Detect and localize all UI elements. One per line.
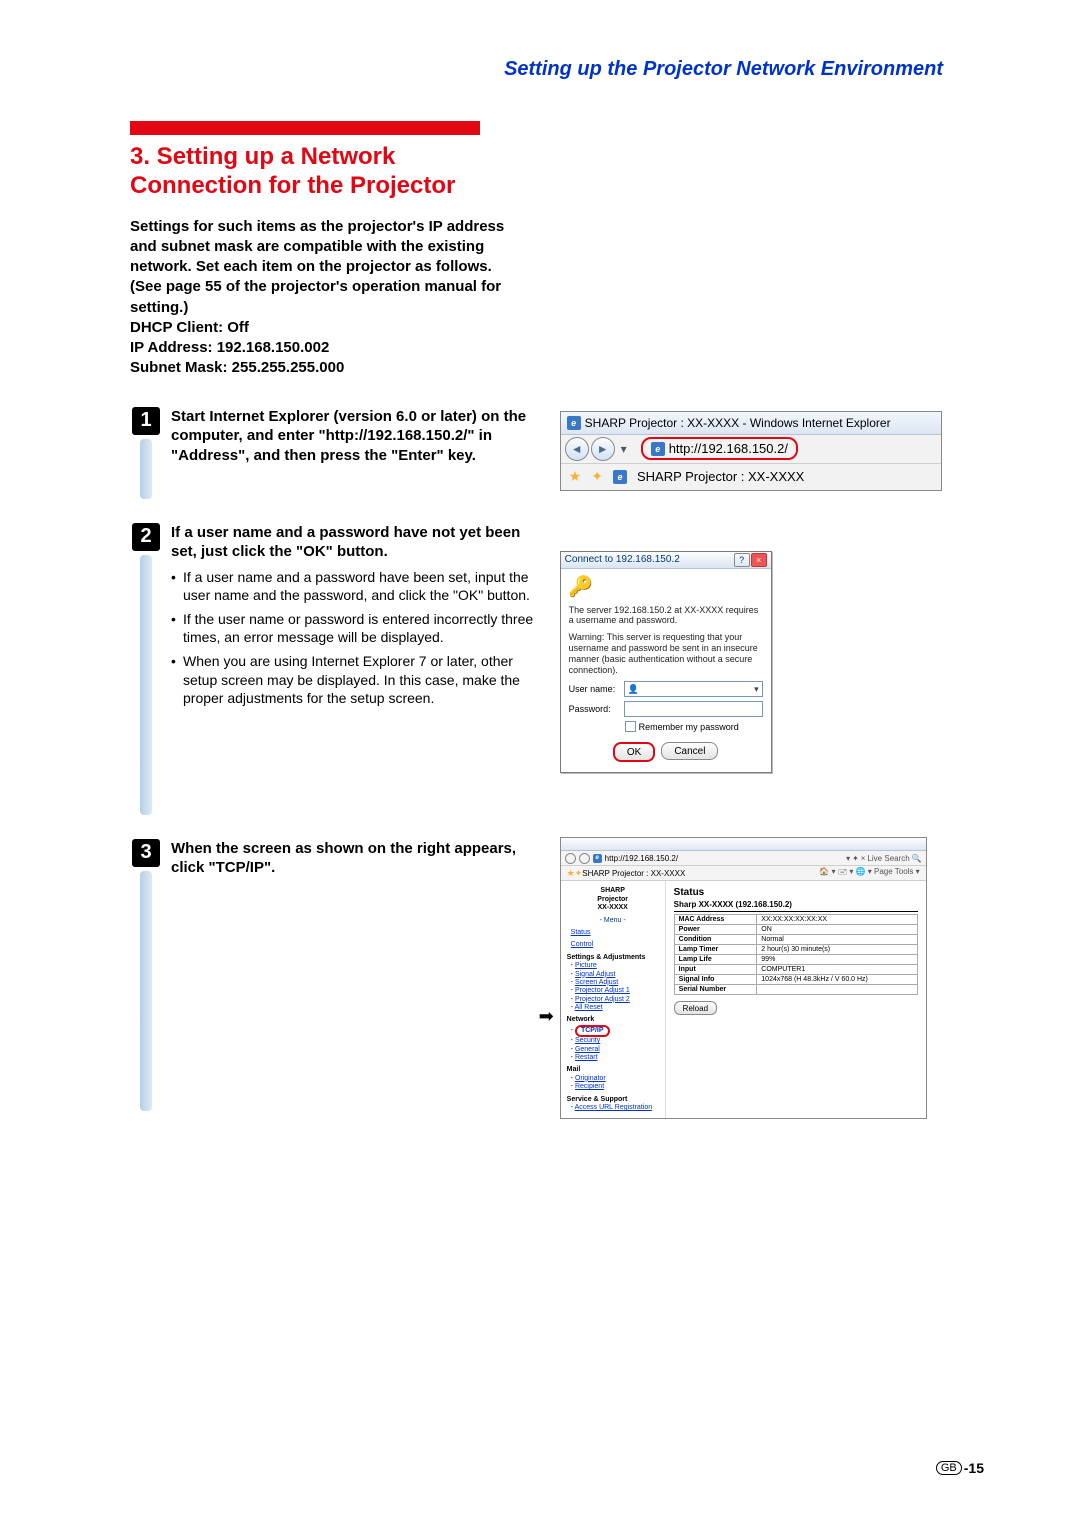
- sidebar-control[interactable]: Control: [571, 941, 594, 948]
- back-button[interactable]: ◄: [565, 437, 589, 461]
- ie-icon: e: [593, 854, 602, 863]
- ie-window: e SHARP Projector : XX-XXXX - Windows In…: [560, 411, 942, 491]
- keys-icon: 🔑: [569, 575, 593, 599]
- password-label: Password:: [569, 704, 624, 714]
- sidebar-recipient[interactable]: Recipient: [575, 1083, 604, 1090]
- address-bar[interactable]: e http://192.168.150.2/: [641, 437, 798, 460]
- login-dialog: Connect to 192.168.150.2 ? × 🔑 The serve…: [560, 551, 772, 774]
- username-label: User name:: [569, 684, 624, 694]
- status-tab[interactable]: SHARP Projector : XX-XXXX: [582, 869, 685, 878]
- login-message-1: The server 192.168.150.2 at XX-XXXX requ…: [569, 605, 763, 627]
- section-title: 3. Setting up a Network Connection for t…: [130, 143, 510, 201]
- status-subtitle: Sharp XX-XXXX (192.168.150.2): [674, 900, 918, 912]
- ie-icon: e: [567, 416, 581, 430]
- ie-title-bar: e SHARP Projector : XX-XXXX - Windows In…: [561, 412, 941, 435]
- table-row: InputCOMPUTER1: [674, 965, 917, 975]
- cancel-button[interactable]: Cancel: [661, 742, 718, 760]
- intro-text: Settings for such items as the projector…: [130, 217, 510, 379]
- password-input[interactable]: [624, 701, 763, 717]
- sidebar-allreset[interactable]: All Reset: [575, 1004, 603, 1011]
- search-box[interactable]: Live Search: [867, 854, 909, 863]
- sidebar-screen[interactable]: Screen Adjust: [575, 979, 618, 986]
- ie-icon: e: [613, 470, 627, 484]
- toolbar-buttons[interactable]: 🏠 ▾ 🖃 ▾ 🌐 ▾ Page Tools ▾: [819, 866, 919, 880]
- login-message-2: Warning: This server is requesting that …: [569, 632, 763, 675]
- table-row: Lamp Life99%: [674, 955, 917, 965]
- ie-icon: e: [651, 442, 665, 456]
- step-number-1: 1: [132, 407, 160, 435]
- sidebar-pa1[interactable]: Projector Adjust 1: [575, 987, 630, 994]
- sidebar-tcpip[interactable]: TCP/IP: [575, 1025, 610, 1037]
- table-row: Serial Number: [674, 985, 917, 995]
- table-row: PowerON: [674, 925, 917, 935]
- sidebar-originator[interactable]: Originator: [575, 1075, 606, 1082]
- bullet: • When you are using Internet Explorer 7…: [171, 652, 550, 707]
- sidebar-signal[interactable]: Signal Adjust: [575, 971, 615, 978]
- step-2: 2 If a user name and a password have not…: [127, 523, 560, 815]
- table-row: Signal Info1024x768 (H 48.3kHz / V 60.0 …: [674, 975, 917, 985]
- login-dialog-title: Connect to 192.168.150.2: [565, 554, 680, 565]
- close-button[interactable]: ×: [751, 553, 767, 567]
- remember-checkbox[interactable]: Remember my password: [625, 721, 763, 732]
- sidebar-picture[interactable]: Picture: [575, 962, 597, 969]
- add-favorite-icon[interactable]: ✦: [591, 468, 603, 485]
- table-row: ConditionNormal: [674, 935, 917, 945]
- sidebar-pa2[interactable]: Projector Adjust 2: [575, 996, 630, 1003]
- step-number-2: 2: [132, 523, 160, 551]
- forward-button[interactable]: ►: [591, 437, 615, 461]
- step-1: 1 Start Internet Explorer (version 6.0 o…: [127, 407, 560, 499]
- sidebar-general[interactable]: General: [575, 1046, 600, 1053]
- sidebar-status[interactable]: Status: [571, 929, 591, 936]
- step-3: 3 When the screen as shown on the right …: [127, 839, 560, 1111]
- reload-button[interactable]: Reload: [674, 1001, 717, 1015]
- table-row: Lamp Timer2 hour(s) 30 minute(s): [674, 945, 917, 955]
- step-1-heading: Start Internet Explorer (version 6.0 or …: [171, 407, 550, 466]
- sidebar-accessurl[interactable]: Access URL Registration: [575, 1104, 653, 1111]
- sidebar-restart[interactable]: Restart: [575, 1054, 598, 1061]
- ok-button[interactable]: OK: [613, 742, 655, 762]
- pointer-arrow: ➡: [539, 1006, 554, 1027]
- bullet: • If the user name or password is entere…: [171, 610, 550, 646]
- status-heading: Status: [674, 887, 918, 898]
- step-3-heading: When the screen as shown on the right ap…: [171, 839, 550, 878]
- page-footer: GB-15: [936, 1460, 984, 1476]
- status-sidebar: SHARP Projector XX-XXXX - Menu - Status …: [561, 881, 666, 1118]
- page-header: Setting up the Projector Network Environ…: [127, 58, 943, 81]
- username-input[interactable]: 👤 ▾: [624, 681, 763, 697]
- favorites-icon[interactable]: ★: [569, 468, 582, 485]
- browser-tab[interactable]: SHARP Projector : XX-XXXX: [637, 469, 804, 484]
- user-icon: 👤: [628, 684, 639, 695]
- help-button[interactable]: ?: [734, 553, 750, 567]
- step-2-heading: If a user name and a password have not y…: [171, 523, 550, 562]
- status-url[interactable]: http://192.168.150.2/: [605, 854, 678, 863]
- status-table: MAC AddressXX:XX:XX:XX:XX:XX PowerON Con…: [674, 914, 918, 995]
- bullet: • If a user name and a password have bee…: [171, 568, 550, 604]
- red-bar: [130, 121, 480, 135]
- sidebar-security[interactable]: Security: [575, 1037, 600, 1044]
- table-row: MAC AddressXX:XX:XX:XX:XX:XX: [674, 915, 917, 925]
- status-window: ➡ e http://192.168.150.2/ ▾✦× Live Searc…: [560, 837, 927, 1119]
- step-number-3: 3: [132, 839, 160, 867]
